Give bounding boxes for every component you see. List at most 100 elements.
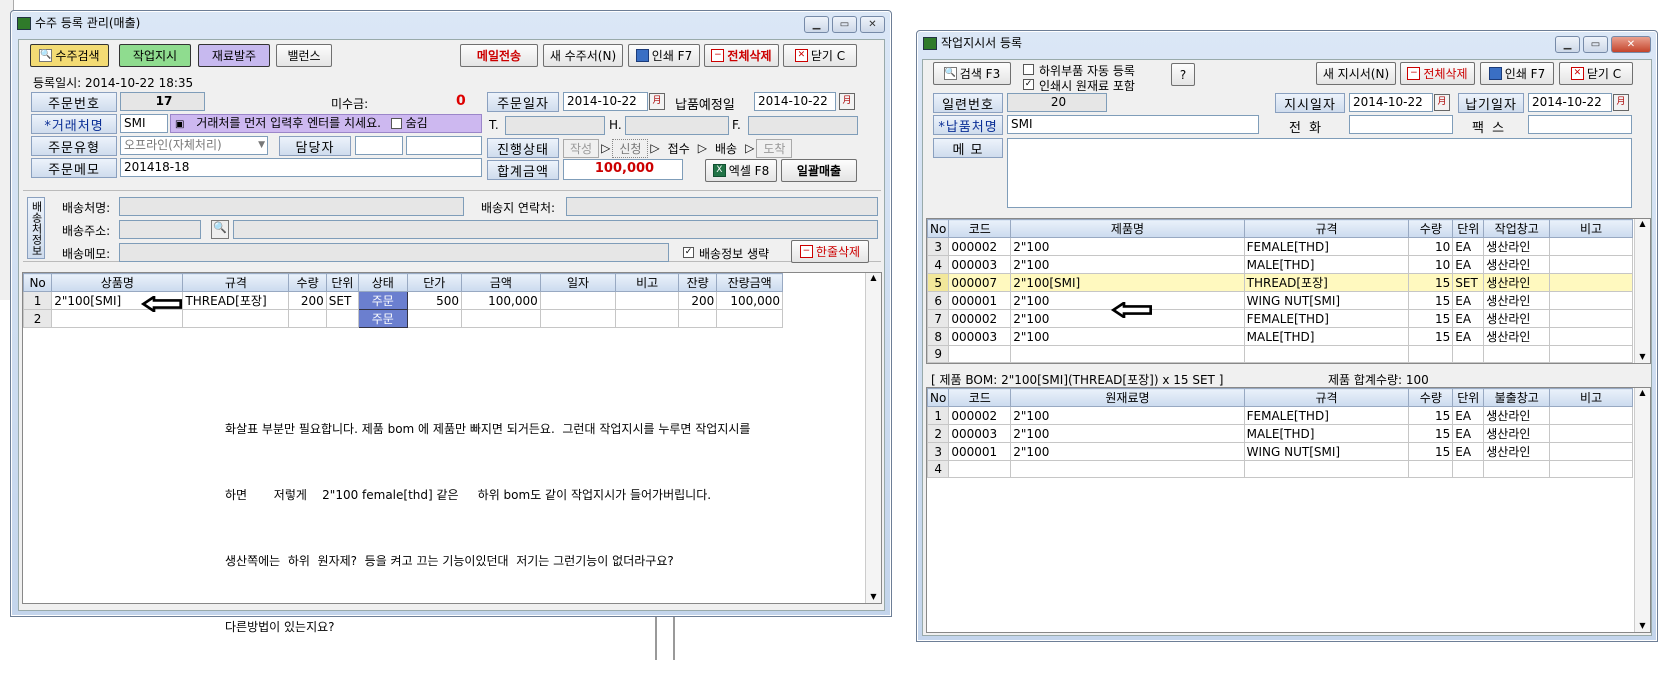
table-cell-name[interactable]: 2"100	[1010, 255, 1245, 274]
table-cell-remain_amount[interactable]	[716, 309, 783, 328]
close-window-button[interactable]: ✕	[1611, 36, 1651, 53]
order-search-button[interactable]: 🔍 수주검색	[30, 44, 109, 67]
table-cell-spec[interactable]: THREAD[포장]	[1243, 273, 1410, 292]
order-grid-scrollbar[interactable]: ▲ ▼	[865, 273, 881, 603]
hide-checkbox[interactable]	[390, 118, 402, 129]
table-cell-remain[interactable]	[677, 309, 718, 328]
table-cell-no[interactable]: 3	[926, 237, 950, 256]
wo-print-button[interactable]: 인쇄 F7	[1480, 62, 1554, 85]
table-row[interactable]: 9	[926, 345, 1633, 363]
table-cell-spec[interactable]	[182, 309, 290, 328]
table-cell-unit[interactable]: EA	[1452, 424, 1485, 443]
work-order-button[interactable]: 작업지시	[119, 44, 191, 67]
table-row[interactable]: 5 000007 2"100[SMI] THREAD[포장] 15 SET 생산라인	[926, 273, 1633, 292]
table-row[interactable]: 3 000002 2"100 FEMALE[THD] 10 EA 생산라인	[926, 237, 1633, 256]
help-button[interactable]: ?	[1171, 63, 1195, 86]
memo-field[interactable]	[1007, 138, 1632, 208]
calendar-icon[interactable]: 月	[649, 93, 665, 110]
delivery-field[interactable]: SMI	[1007, 115, 1259, 134]
order-memo-field[interactable]: 201418-18	[120, 158, 482, 177]
table-cell-wh[interactable]: 생산라인	[1483, 327, 1551, 346]
table-cell-unit[interactable]: SET	[325, 291, 360, 310]
table-cell-no[interactable]: 4	[926, 460, 950, 478]
table-cell-code[interactable]	[948, 345, 1012, 363]
phone-field[interactable]	[1349, 115, 1453, 134]
table-cell-name[interactable]	[1010, 345, 1245, 363]
table-cell-unit[interactable]: EA	[1452, 309, 1485, 328]
column-header[interactable]: 단위	[1452, 388, 1485, 407]
table-cell-qty[interactable]: 15	[1408, 424, 1454, 443]
column-header[interactable]: 잔량	[677, 273, 718, 292]
table-cell-spec[interactable]: MALE[THD]	[1243, 327, 1410, 346]
table-cell-no[interactable]: 9	[926, 345, 950, 363]
calendar-icon[interactable]: 月	[839, 93, 855, 110]
wo-delete-all-button[interactable]: − 전체삭제	[1400, 62, 1475, 85]
maximize-button[interactable]: ▭	[832, 16, 857, 33]
table-cell-wh[interactable]: 생산라인	[1483, 424, 1551, 443]
search-icon[interactable]: 🔍	[211, 220, 229, 239]
ship-contact-field[interactable]	[566, 197, 878, 216]
table-cell-code[interactable]: 000002	[948, 237, 1012, 256]
table-cell-qty[interactable]: 15	[1408, 327, 1454, 346]
table-cell-no[interactable]: 6	[926, 291, 950, 310]
table-row[interactable]: 3 000001 2"100 WING NUT[SMI] 15 EA 생산라인	[926, 442, 1633, 461]
column-header[interactable]: 제품명	[1010, 219, 1245, 238]
new-work-order-button[interactable]: 새 지시서(N)	[1316, 62, 1396, 85]
table-cell-no[interactable]: 2	[22, 309, 53, 328]
table-cell-note[interactable]	[615, 291, 679, 310]
table-cell-no[interactable]: 5	[926, 273, 950, 292]
table-cell-note[interactable]	[1549, 406, 1633, 425]
bom-grid-scrollbar[interactable]: ▲ ▼	[1634, 388, 1650, 632]
table-cell-spec[interactable]: MALE[THD]	[1243, 424, 1410, 443]
column-header[interactable]: 규격	[182, 273, 290, 292]
product-grid-scrollbar[interactable]: ▲ ▼	[1634, 219, 1650, 363]
table-cell-code[interactable]	[948, 460, 1012, 478]
calendar-icon[interactable]: 月	[1434, 94, 1450, 111]
order-date-field[interactable]: 2014-10-22	[1349, 93, 1433, 112]
column-header[interactable]: 단위	[325, 273, 360, 292]
table-cell-spec[interactable]: FEMALE[THD]	[1243, 406, 1410, 425]
table-cell-spec[interactable]	[1243, 345, 1410, 363]
table-cell-wh[interactable]	[1483, 345, 1551, 363]
column-header[interactable]: 코드	[948, 388, 1012, 407]
table-cell-code[interactable]: 000007	[948, 273, 1012, 292]
column-header[interactable]: No	[926, 219, 950, 238]
table-cell-code[interactable]: 000001	[948, 291, 1012, 310]
table-cell-note[interactable]	[615, 309, 679, 328]
table-cell-spec[interactable]: WING NUT[SMI]	[1243, 442, 1410, 461]
wo-close-button[interactable]: ✕ 닫기 C	[1559, 62, 1633, 85]
scroll-up-icon[interactable]: ▲	[866, 273, 881, 282]
table-cell-no[interactable]: 4	[926, 255, 950, 274]
column-header[interactable]: 단가	[406, 273, 462, 292]
scroll-up-icon[interactable]: ▲	[1635, 388, 1650, 397]
column-header[interactable]: No	[926, 388, 950, 407]
table-cell-date[interactable]	[539, 309, 617, 328]
table-cell-code[interactable]: 000001	[948, 442, 1012, 461]
table-cell-note[interactable]	[1549, 345, 1633, 363]
scroll-down-icon[interactable]: ▼	[1635, 352, 1650, 361]
table-cell-date[interactable]	[539, 291, 617, 310]
table-cell-qty[interactable]: 15	[1408, 273, 1454, 292]
column-header[interactable]: 잔량금액	[716, 273, 783, 292]
order-date-field[interactable]: 2014-10-22	[563, 92, 648, 111]
table-cell-unit[interactable]: EA	[1452, 291, 1485, 310]
column-header[interactable]: 비고	[615, 273, 679, 292]
table-cell-name[interactable]	[51, 309, 184, 328]
table-cell-note[interactable]	[1549, 237, 1633, 256]
table-cell-status[interactable]: 주문	[358, 309, 408, 328]
manager-name-field[interactable]	[406, 136, 482, 155]
table-cell-spec[interactable]: THREAD[포장]	[182, 291, 290, 310]
table-cell-qty[interactable]	[1408, 345, 1454, 363]
include-raw-checkbox[interactable]: ✓	[1023, 79, 1034, 90]
column-header[interactable]: 상품명	[51, 273, 184, 292]
table-cell-wh[interactable]: 생산라인	[1483, 237, 1551, 256]
column-header[interactable]: 작업창고	[1483, 219, 1551, 238]
table-cell-no[interactable]: 3	[926, 442, 950, 461]
maximize-button[interactable]: ▭	[1583, 36, 1608, 53]
balance-button[interactable]: 밸런스	[276, 44, 332, 67]
ship-zip-field[interactable]	[119, 220, 201, 239]
wo-search-button[interactable]: 🔍 검색 F3	[933, 62, 1011, 85]
column-header[interactable]: 코드	[948, 219, 1012, 238]
table-cell-no[interactable]: 1	[22, 291, 53, 310]
t-field[interactable]	[505, 116, 605, 135]
